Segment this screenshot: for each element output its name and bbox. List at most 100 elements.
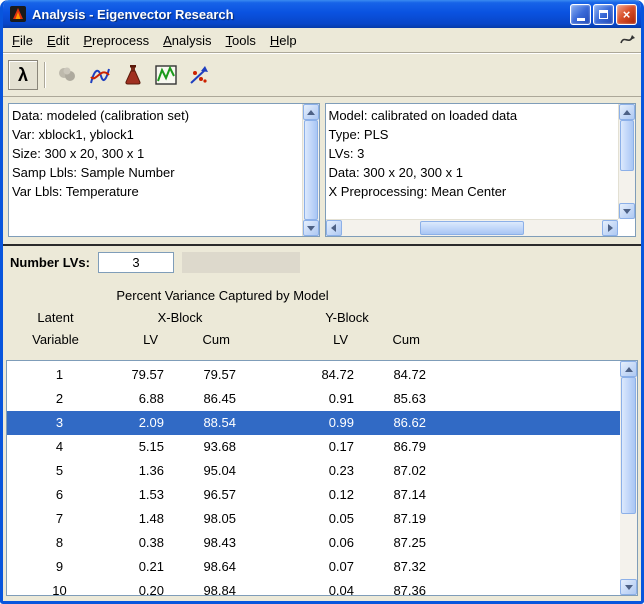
scroll-up-button[interactable] xyxy=(620,361,637,377)
x-block-header: X-Block xyxy=(157,310,203,325)
menu-edit[interactable]: Edit xyxy=(40,30,76,51)
table-row[interactable]: 10 0.20 98.84 0.04 87.36 xyxy=(7,579,620,595)
cell-x-cum: 93.68 xyxy=(203,439,236,454)
menu-tools[interactable]: Tools xyxy=(219,30,263,51)
scroll-thumb[interactable] xyxy=(419,221,524,235)
menu-preprocess[interactable]: Preprocess xyxy=(76,30,156,51)
arrow-up-icon xyxy=(306,109,315,115)
model-panel-vscrollbar[interactable] xyxy=(618,104,635,219)
refine-tool-button xyxy=(52,59,82,90)
table-row[interactable]: 8 0.38 98.43 0.06 87.25 xyxy=(7,531,620,555)
x-lv-header: LV xyxy=(143,332,158,347)
cell-y-cum: 87.02 xyxy=(393,463,426,478)
variance-table-listbox[interactable]: 1 79.57 79.57 84.72 84.72 2 6.88 86.45 0… xyxy=(6,360,638,596)
minimize-button[interactable] xyxy=(570,3,591,25)
cell-latent: 3 xyxy=(55,415,64,430)
table-row[interactable]: 3 2.09 88.54 0.99 86.62 xyxy=(7,411,620,435)
title-bar[interactable]: Analysis - Eigenvector Research × xyxy=(3,0,641,28)
info-line: LVs: 3 xyxy=(328,146,365,161)
number-lvs-field[interactable]: 3 xyxy=(97,251,174,273)
menu-file[interactable]: File xyxy=(5,30,40,51)
cell-y-cum: 84.72 xyxy=(393,367,426,382)
variance-table-header: Percent Variance Captured by Model Laten… xyxy=(3,277,641,360)
number-lvs-track xyxy=(181,251,300,273)
cell-latent: 6 xyxy=(55,487,64,502)
cell-x-cum: 86.45 xyxy=(203,391,236,406)
cell-y-lv: 0.04 xyxy=(328,583,354,595)
cell-latent: 5 xyxy=(55,463,64,478)
scroll-track[interactable] xyxy=(342,220,603,236)
scroll-left-button[interactable] xyxy=(325,220,342,236)
cell-y-lv: 0.05 xyxy=(328,511,354,526)
data-info-panel[interactable]: Data: modeled (calibration set) Var: xbl… xyxy=(8,103,320,237)
scroll-right-button[interactable] xyxy=(602,220,618,236)
close-button[interactable]: × xyxy=(616,3,637,25)
scroll-up-button[interactable] xyxy=(302,104,319,120)
scroll-down-button[interactable] xyxy=(620,579,637,595)
scroll-thumb[interactable] xyxy=(303,120,318,220)
cell-x-cum: 98.05 xyxy=(203,511,236,526)
info-line: Type: PLS xyxy=(328,127,389,142)
cell-y-lv: 0.17 xyxy=(328,439,354,454)
cell-latent: 10 xyxy=(52,583,67,595)
scores-plot-icon xyxy=(90,68,110,83)
y-block-header: Y-Block xyxy=(325,310,369,325)
cell-y-cum: 85.63 xyxy=(393,391,426,406)
scroll-track[interactable] xyxy=(303,120,319,220)
maximize-button[interactable] xyxy=(593,3,614,25)
cell-x-lv: 79.57 xyxy=(131,367,164,382)
app-icon xyxy=(9,5,27,23)
toolbar: λ xyxy=(3,53,641,97)
arrow-up-icon xyxy=(624,366,633,372)
table-row[interactable]: 9 0.21 98.64 0.07 87.32 xyxy=(7,555,620,579)
cell-x-cum: 95.04 xyxy=(203,463,236,478)
status-panels: Data: modeled (calibration set) Var: xbl… xyxy=(3,97,641,243)
table-row[interactable]: 2 6.88 86.45 0.91 85.63 xyxy=(7,387,620,411)
cell-y-lv: 0.23 xyxy=(328,463,354,478)
sample-flask-button[interactable] xyxy=(118,59,148,90)
arrow-down-icon xyxy=(624,584,633,590)
model-info-text: Model: calibrated on loaded data Type: P… xyxy=(326,104,619,219)
cell-x-cum: 96.57 xyxy=(203,487,236,502)
table-vscrollbar[interactable] xyxy=(620,361,637,595)
scroll-track[interactable] xyxy=(619,120,635,203)
scores-plot-button[interactable] xyxy=(85,59,115,90)
loadings-plot-button[interactable] xyxy=(151,59,181,90)
info-line: X Preprocessing: Mean Center xyxy=(328,184,507,199)
lambda-tool-button[interactable]: λ xyxy=(8,59,38,90)
scroll-down-button[interactable] xyxy=(619,203,635,219)
table-row[interactable]: 1 79.57 79.57 84.72 84.72 xyxy=(7,363,620,387)
biplot-icon xyxy=(190,65,208,84)
scroll-down-button[interactable] xyxy=(302,220,319,236)
table-row[interactable]: 4 5.15 93.68 0.17 86.79 xyxy=(7,435,620,459)
window-controls: × xyxy=(570,3,637,25)
menu-analysis[interactable]: Analysis xyxy=(156,30,218,51)
arrow-down-icon xyxy=(623,208,631,214)
arrow-left-icon xyxy=(331,224,336,232)
scroll-up-button[interactable] xyxy=(619,104,635,120)
cell-latent: 8 xyxy=(55,535,64,550)
biplot-button[interactable] xyxy=(184,59,214,90)
data-panel-vscrollbar[interactable] xyxy=(301,104,319,236)
menu-help[interactable]: Help xyxy=(263,30,304,51)
cell-x-lv: 0.20 xyxy=(138,583,164,595)
refine-disabled-icon xyxy=(59,67,75,81)
cell-y-lv: 0.91 xyxy=(328,391,354,406)
model-info-panel[interactable]: Model: calibrated on loaded data Type: P… xyxy=(324,103,636,237)
table-row[interactable]: 7 1.48 98.05 0.05 87.19 xyxy=(7,507,620,531)
cell-y-cum: 87.25 xyxy=(393,535,426,550)
scroll-thumb[interactable] xyxy=(621,377,636,515)
scroll-thumb[interactable] xyxy=(620,120,634,172)
model-panel-hscrollbar[interactable] xyxy=(325,219,618,236)
info-line: Var: xblock1, yblock1 xyxy=(12,127,134,142)
close-icon: × xyxy=(622,6,631,22)
lambda-icon: λ xyxy=(17,64,28,85)
cell-y-cum: 87.36 xyxy=(393,583,426,595)
scroll-track[interactable] xyxy=(620,377,637,579)
cell-latent: 4 xyxy=(55,439,64,454)
dock-arrow-icon[interactable] xyxy=(617,31,639,49)
table-row[interactable]: 5 1.36 95.04 0.23 87.02 xyxy=(7,459,620,483)
table-row[interactable]: 6 1.53 96.57 0.12 87.14 xyxy=(7,483,620,507)
cell-x-lv: 6.88 xyxy=(138,391,164,406)
cell-x-cum: 98.84 xyxy=(203,583,236,595)
